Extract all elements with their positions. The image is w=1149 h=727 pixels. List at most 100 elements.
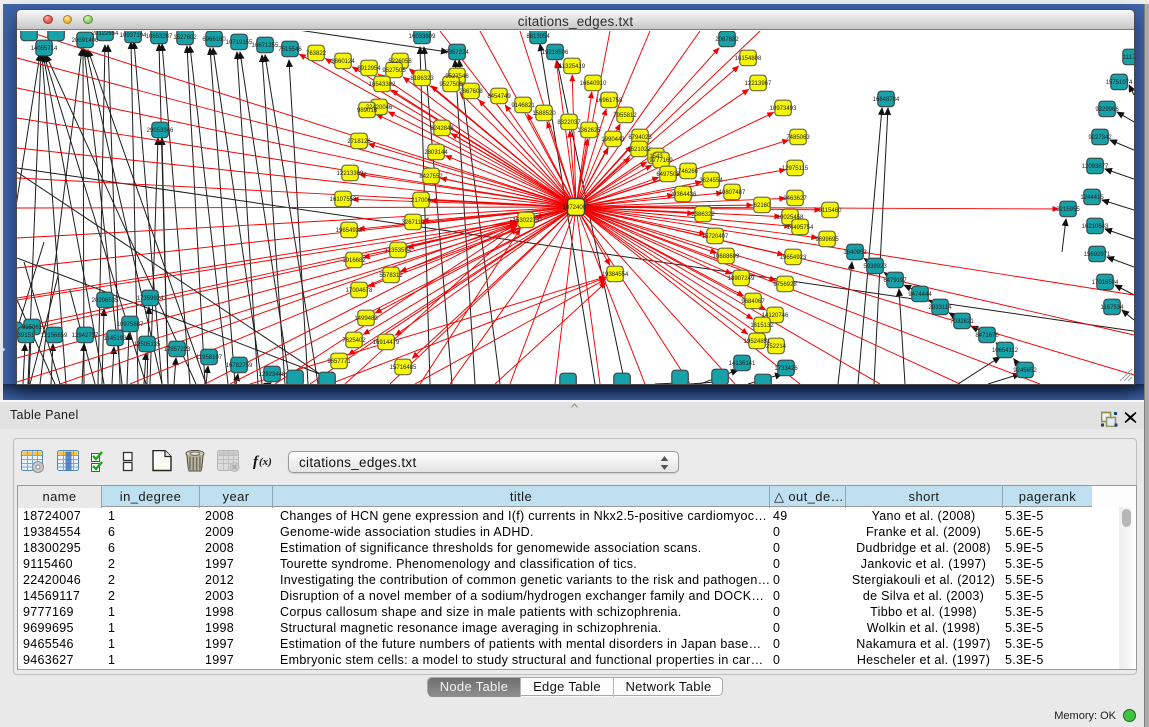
svg-text:15751074: 15751074	[1106, 80, 1133, 86]
svg-text:9699695: 9699695	[815, 237, 839, 243]
svg-text:2803144: 2803144	[424, 150, 448, 156]
svg-text:16671355: 16671355	[252, 43, 279, 49]
svg-text:1145193: 1145193	[104, 336, 128, 342]
svg-text:15716485: 15716485	[390, 365, 417, 371]
svg-text:7357224: 7357224	[445, 50, 469, 56]
svg-text:1615132: 1615132	[750, 323, 774, 329]
svg-text:10654112: 10654112	[992, 348, 1019, 354]
svg-text:5226058: 5226058	[388, 59, 412, 65]
svg-text:14055714: 14055714	[31, 46, 58, 52]
svg-text:19654932: 19654932	[336, 228, 363, 234]
svg-text:935061: 935061	[22, 325, 43, 331]
svg-text:1588520: 1588520	[532, 111, 556, 117]
svg-text:3215955: 3215955	[1056, 207, 1080, 213]
svg-text:17016504: 17016504	[1092, 280, 1119, 286]
svg-text:2087682: 2087682	[715, 37, 739, 43]
svg-text:9756928: 9756928	[773, 282, 797, 288]
svg-text:12505135: 12505135	[134, 342, 161, 348]
svg-text:19654923: 19654923	[780, 255, 807, 261]
svg-text:15302273: 15302273	[513, 218, 540, 224]
svg-text:11174: 11174	[1123, 55, 1134, 61]
svg-text:(x): (x)	[259, 456, 272, 468]
svg-text:1733426: 1733426	[774, 366, 798, 372]
svg-text:9777169: 9777169	[649, 158, 673, 164]
svg-text:14136141: 14136141	[729, 361, 756, 367]
svg-text:10688609: 10688609	[713, 254, 740, 260]
svg-text:16648784: 16648784	[873, 97, 900, 103]
svg-text:1167534: 1167534	[1101, 305, 1125, 311]
svg-text:6479197: 6479197	[883, 278, 907, 284]
svg-text:12213967: 12213967	[745, 81, 772, 87]
svg-text:12942737: 12942737	[72, 333, 99, 339]
svg-text:2867608: 2867608	[459, 89, 483, 95]
svg-text:9527546: 9527546	[445, 74, 469, 80]
svg-text:5938923: 5938923	[863, 264, 887, 270]
svg-text:10975887: 10975887	[117, 322, 144, 328]
svg-text:11325419: 11325419	[559, 64, 586, 70]
svg-text:1499483: 1499483	[354, 316, 378, 322]
svg-text:20364436: 20364436	[670, 192, 697, 198]
svg-text:12156859: 12156859	[41, 333, 68, 339]
svg-text:9227342: 9227342	[1088, 135, 1112, 141]
svg-text:12923448: 12923448	[259, 372, 286, 378]
svg-text:8912954: 8912954	[357, 66, 381, 72]
svg-text:3624554: 3624554	[699, 178, 723, 184]
svg-text:217006: 217006	[411, 198, 432, 204]
svg-text:6497508: 6497508	[656, 172, 680, 178]
svg-text:10937194: 10937194	[120, 33, 147, 39]
svg-text:10025458: 10025458	[777, 215, 804, 221]
svg-text:15720407: 15720407	[702, 234, 729, 240]
svg-text:1621022: 1621022	[627, 147, 651, 153]
svg-text:11353594: 11353594	[385, 248, 412, 254]
svg-text:16961758: 16961758	[596, 98, 623, 104]
svg-text:17004678: 17004678	[346, 288, 373, 294]
svg-text:9115460: 9115460	[819, 208, 843, 214]
svg-text:8813054: 8813054	[526, 34, 550, 40]
svg-text:9463627: 9463627	[783, 196, 807, 202]
svg-text:8322037: 8322037	[557, 120, 581, 126]
svg-text:12213369: 12213369	[337, 171, 364, 177]
svg-text:9242848: 9242848	[430, 126, 454, 132]
svg-text:18724007: 18724007	[563, 205, 590, 211]
svg-text:1990443: 1990443	[601, 137, 625, 143]
svg-text:10719155: 10719155	[226, 40, 253, 46]
svg-text:746266: 746266	[678, 169, 699, 175]
svg-text:8186323: 8186323	[410, 76, 434, 82]
svg-text:14495754: 14495754	[787, 225, 814, 231]
svg-text:29053346: 29053346	[147, 128, 174, 134]
svg-text:8471676: 8471676	[975, 333, 999, 339]
svg-text:9684067: 9684067	[741, 299, 765, 305]
svg-text:20691406: 20691406	[72, 38, 99, 44]
svg-text:16782759: 16782759	[226, 363, 253, 369]
svg-text:7955812: 7955812	[613, 113, 637, 119]
svg-text:16914479: 16914479	[373, 340, 400, 346]
svg-text:20122654: 20122654	[92, 31, 119, 37]
svg-text:16033809: 16033809	[409, 34, 436, 40]
svg-text:62160: 62160	[754, 203, 771, 209]
svg-text:7485063: 7485063	[786, 135, 810, 141]
svg-text:7032621: 7032621	[950, 319, 974, 325]
svg-text:989016: 989016	[357, 108, 378, 114]
svg-text:1527602: 1527602	[173, 35, 197, 41]
svg-text:17359924: 17359924	[137, 296, 164, 302]
svg-text:16543382: 16543382	[369, 82, 396, 88]
svg-text:7515546: 7515546	[278, 47, 302, 53]
svg-text:12975115: 12975115	[782, 166, 809, 172]
svg-text:6966160: 6966160	[202, 37, 226, 43]
svg-text:10807487: 10807487	[719, 190, 746, 196]
svg-text:1916682: 1916682	[342, 258, 366, 264]
svg-text:19218506: 19218506	[542, 50, 569, 56]
svg-text:10973493: 10973493	[770, 106, 797, 112]
svg-text:9146821: 9146821	[511, 103, 535, 109]
svg-text:7625402: 7625402	[342, 338, 366, 344]
svg-text:16154808: 16154808	[735, 56, 762, 62]
svg-text:1362625: 1362625	[577, 128, 601, 134]
svg-text:8660124: 8660124	[331, 59, 355, 65]
svg-text:252214: 252214	[766, 344, 787, 350]
svg-text:19384554: 19384554	[602, 272, 629, 278]
svg-text:9245652: 9245652	[1013, 368, 1037, 374]
svg-text:6794023: 6794023	[628, 135, 652, 141]
svg-text:2386322: 2386322	[691, 212, 715, 218]
svg-text:14120746: 14120746	[762, 313, 789, 319]
svg-text:9527508: 9527508	[439, 82, 463, 88]
